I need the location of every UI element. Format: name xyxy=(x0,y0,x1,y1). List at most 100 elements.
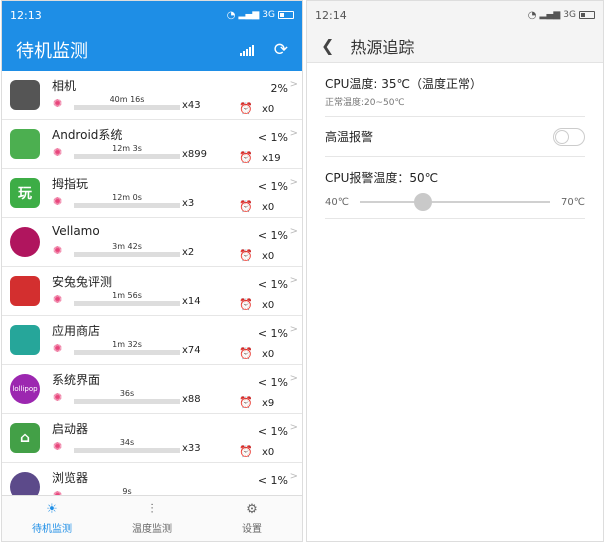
wakeup-count: x3 xyxy=(182,198,195,209)
standby-monitor-screen: 12:13 ◔ ▂▄▆ 3G 待机监测 ⟳ 相机 2% > ✺ 40m 16s … xyxy=(1,0,303,542)
app-row[interactable]: 玩 拇指玩 < 1% > ✺ 12m 0s x3 ⏰ x0 xyxy=(2,169,302,218)
android-system-icon xyxy=(10,129,40,159)
usage-bar xyxy=(74,203,180,208)
refresh-icon[interactable]: ⟳ xyxy=(274,41,288,59)
launcher-icon: ⌂ xyxy=(10,423,40,453)
cpu-temperature: CPU温度: 35℃（温度正常） xyxy=(325,77,483,91)
usage-bar xyxy=(74,350,180,355)
status-bar: 12:14 ◔ ▂▄▆ 3G xyxy=(307,1,603,29)
alarm-count: x9 xyxy=(262,398,275,409)
wakeup-count: x43 xyxy=(182,100,201,111)
app-row[interactable]: Vellamo < 1% > ✺ 3m 42s x2 ⏰ x0 xyxy=(2,218,302,267)
alarm-clock-icon: ⏰ xyxy=(239,102,253,115)
wakelock-duration: 40m 16s xyxy=(109,95,145,104)
wakeup-count: x74 xyxy=(182,345,201,356)
battery-icon xyxy=(579,11,595,19)
chevron-right-icon: > xyxy=(289,471,298,482)
battery-icon xyxy=(278,11,294,19)
wakelock-duration: 36s xyxy=(119,389,135,398)
alarm-count: x0 xyxy=(262,251,275,262)
alarm-count: x0 xyxy=(262,202,275,213)
usage-bar xyxy=(74,301,180,306)
wakelock-duration: 3m 42s xyxy=(112,242,142,251)
normal-temperature-range: 正常温度:20~50℃ xyxy=(325,98,405,108)
usage-bar xyxy=(74,252,180,257)
app-name: 相机 xyxy=(52,79,77,93)
network-type: 3G xyxy=(262,10,275,20)
app-bar: 待机监测 ⟳ xyxy=(2,29,302,71)
alarm-count: x0 xyxy=(262,300,275,311)
alarm-clock-icon: ⏰ xyxy=(239,445,253,458)
app-row[interactable]: 相机 2% > ✺ 40m 16s x43 ⏰ x0 xyxy=(2,71,302,120)
threshold-slider-track[interactable] xyxy=(360,193,550,211)
app-store-icon xyxy=(10,325,40,355)
wifi-icon: ◔ xyxy=(527,9,537,21)
chevron-right-icon: > xyxy=(289,128,298,139)
wakeup-count: x899 xyxy=(182,149,208,160)
app-row[interactable]: 应用商店 < 1% > ✺ 1m 32s x74 ⏰ x0 xyxy=(2,316,302,365)
alarm-count: x0 xyxy=(262,447,275,458)
app-row[interactable]: 浏览器 < 1% > ✺ 9s xyxy=(2,463,302,495)
alarm-threshold-section: CPU报警温度：50℃ 40℃ 70℃ xyxy=(325,157,585,219)
cpu-temp-section: CPU温度: 35℃（温度正常） 正常温度:20~50℃ xyxy=(325,63,585,117)
gear-icon: ⚙ xyxy=(246,501,258,517)
wakeup-count: x2 xyxy=(182,247,195,258)
tab-standby[interactable]: ☀ 待机监测 xyxy=(2,496,102,541)
status-time: 12:14 xyxy=(315,8,347,22)
app-row[interactable]: lollipop 系统界面 < 1% > ✺ 36s x88 ⏰ x9 xyxy=(2,365,302,414)
tab-label: 设置 xyxy=(242,523,262,535)
top-bar: ❮ 热源追踪 xyxy=(307,29,603,63)
signal-icon: ▂▄▆ xyxy=(238,10,260,20)
app-name: 安兔兔评测 xyxy=(52,275,113,289)
app-row[interactable]: Android系统 < 1% > ✺ 12m 3s x899 ⏰ x19 xyxy=(2,120,302,169)
lollipop-icon: lollipop xyxy=(10,374,40,404)
alarm-clock-icon: ⏰ xyxy=(239,249,253,262)
tab-settings[interactable]: ⚙ 设置 xyxy=(202,496,302,541)
app-usage-percent: < 1% xyxy=(257,180,288,193)
high-temp-alarm-label: 高温报警 xyxy=(325,130,374,144)
thermometer-icon: ⫶ xyxy=(150,501,154,517)
wakelock-duration: 1m 32s xyxy=(112,340,142,349)
app-name: 应用商店 xyxy=(52,324,101,338)
slider-min-label: 40℃ xyxy=(325,196,349,208)
high-temp-alarm-toggle[interactable] xyxy=(553,127,585,146)
tab-label: 温度监测 xyxy=(132,523,172,535)
wakelock-duration: 9s xyxy=(122,487,132,495)
vellamo-icon xyxy=(10,227,40,257)
signal-stats-icon[interactable] xyxy=(239,44,254,56)
wakelock-icon: ✺ xyxy=(53,440,63,453)
alarm-count: x0 xyxy=(262,104,275,115)
chevron-right-icon: > xyxy=(289,79,298,90)
alarm-clock-icon: ⏰ xyxy=(239,151,253,164)
chevron-right-icon: > xyxy=(289,324,298,335)
usage-bar xyxy=(74,399,180,404)
antutu-icon xyxy=(10,276,40,306)
threshold-slider-thumb[interactable] xyxy=(414,193,433,211)
chevron-right-icon: > xyxy=(289,275,298,286)
heat-source-screen: 12:14 ◔ ▂▄▆ 3G ❮ 热源追踪 CPU温度: 35℃（温度正常） 正… xyxy=(306,0,604,542)
app-usage-percent: < 1% xyxy=(257,327,288,340)
wakelock-icon: ✺ xyxy=(53,195,63,208)
tab-temperature[interactable]: ⫶ 温度监测 xyxy=(102,496,202,541)
usage-bar xyxy=(74,448,180,453)
app-name: Vellamo xyxy=(52,224,100,238)
app-row[interactable]: ⌂ 启动器 < 1% > ✺ 34s x33 ⏰ x0 xyxy=(2,414,302,463)
app-row[interactable]: 安兔兔评测 < 1% > ✺ 1m 56s x14 ⏰ x0 xyxy=(2,267,302,316)
tab-label: 待机监测 xyxy=(32,523,72,535)
chevron-right-icon: > xyxy=(289,422,298,433)
back-icon[interactable]: ❮ xyxy=(321,36,334,55)
high-temp-alarm-row: 高温报警 xyxy=(325,117,585,157)
app-usage-percent: < 1% xyxy=(257,376,288,389)
wakelock-duration: 12m 0s xyxy=(112,193,142,202)
app-usage-list: 相机 2% > ✺ 40m 16s x43 ⏰ x0 Android系统 < 1… xyxy=(2,71,302,495)
app-name: 拇指玩 xyxy=(52,177,89,191)
browser-icon xyxy=(10,472,40,495)
usage-bar xyxy=(74,154,180,159)
app-usage-percent: < 1% xyxy=(257,278,288,291)
wakelock-duration: 1m 56s xyxy=(112,291,142,300)
app-usage-percent: 2% xyxy=(270,82,288,95)
page-title: 待机监测 xyxy=(16,41,88,62)
wakeup-count: x14 xyxy=(182,296,201,307)
app-usage-percent: < 1% xyxy=(257,474,288,487)
wakelock-duration: 34s xyxy=(119,438,135,447)
